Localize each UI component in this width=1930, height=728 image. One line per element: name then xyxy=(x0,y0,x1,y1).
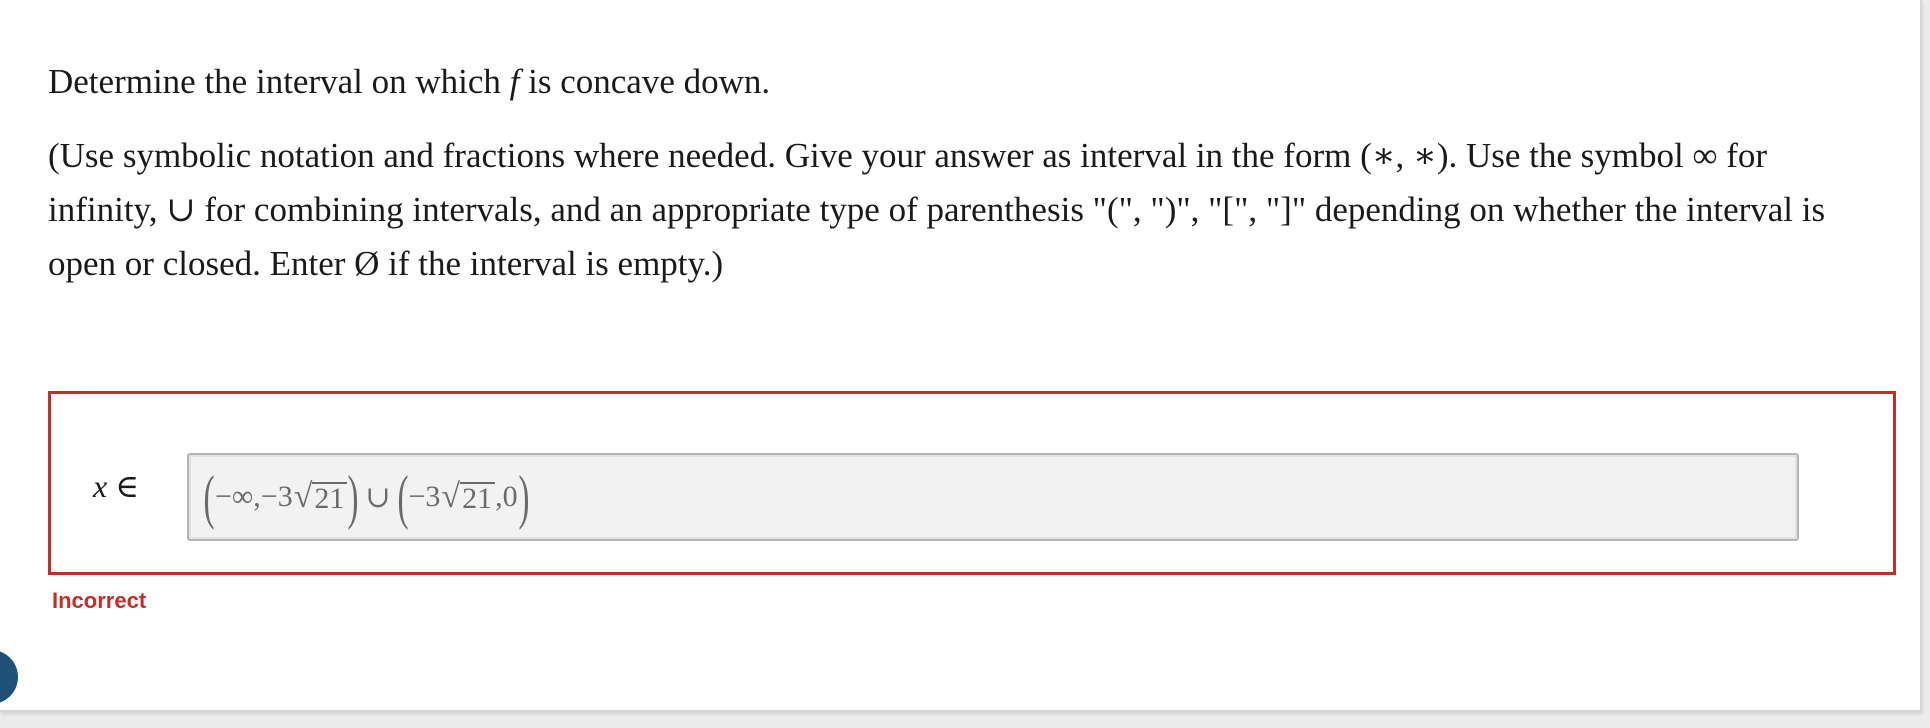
sqrt-expression-1: √ 21 xyxy=(294,480,348,514)
sqrt-icon: √ xyxy=(441,478,461,515)
sqrt-expression-2: √ 21 xyxy=(441,478,496,515)
close-paren-1: ) xyxy=(347,464,359,530)
open-paren-1: ( xyxy=(203,464,215,530)
question-prompt: Determine the interval on which f is con… xyxy=(48,58,770,106)
union-symbol: ∪ xyxy=(365,480,391,514)
answer-label: x ∈ xyxy=(93,446,139,526)
open-paren-2: ( xyxy=(397,464,409,530)
sqrt-icon: √ xyxy=(293,478,313,515)
answer-box-incorrect: x ∈ ( −∞,−3 √ 21 ) ∪ ( −3 √ 21 ,0 ) xyxy=(48,391,1896,575)
answer-variable: x xyxy=(93,468,108,504)
interval-2-text: −3 xyxy=(408,480,441,513)
radicand-2: 21 xyxy=(460,482,496,514)
radicand-1: 21 xyxy=(312,482,348,514)
function-variable: f xyxy=(509,62,520,101)
interval-1-text: −∞,−3 xyxy=(214,480,293,513)
prompt-text-before: Determine the interval on which xyxy=(48,62,510,101)
interval-2-tail: ,0 xyxy=(495,480,518,513)
answer-instructions: (Use symbolic notation and fractions whe… xyxy=(48,129,1878,291)
instructions-line-1: (Use symbolic notation and fractions whe… xyxy=(48,136,1767,175)
close-paren-2: ) xyxy=(518,464,530,530)
question-card: Determine the interval on which f is con… xyxy=(0,0,1922,712)
entered-answer: ( −∞,−3 √ 21 ) ∪ ( −3 √ 21 ,0 ) xyxy=(203,459,530,535)
prompt-text-after: is concave down. xyxy=(519,62,771,101)
instructions-line-2: infinity, ∪ for combining intervals, and… xyxy=(48,190,1826,229)
instructions-line-3: open or closed. Enter Ø if the interval … xyxy=(48,244,724,283)
answer-input-field[interactable]: ( −∞,−3 √ 21 ) ∪ ( −3 √ 21 ,0 ) xyxy=(187,453,1799,541)
feedback-status: Incorrect xyxy=(52,588,147,613)
element-of-symbol: ∈ xyxy=(115,468,139,504)
